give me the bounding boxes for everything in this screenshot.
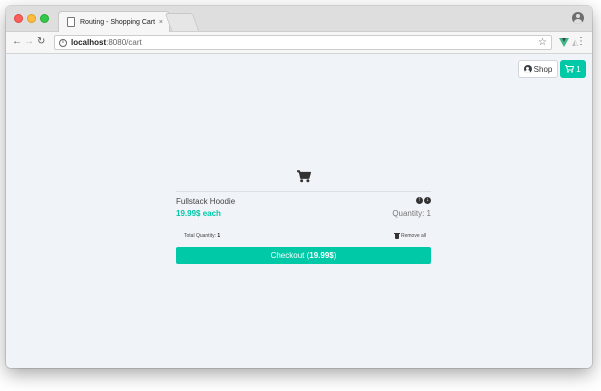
- user-circle-icon: [523, 65, 532, 73]
- cart-item: Fullstack Hoodie 19.99$ each ↑ ↓ Quantit…: [176, 197, 431, 227]
- total-quantity: Total Quantity: 1: [184, 233, 221, 239]
- tab-title: Routing - Shopping Cart: [80, 18, 156, 26]
- cart-button[interactable]: 1: [560, 60, 586, 78]
- browser-tab[interactable]: Routing - Shopping Cart ×: [58, 11, 170, 32]
- reload-icon[interactable]: ↻: [37, 36, 45, 48]
- page-icon: [67, 17, 75, 27]
- item-price: 19.99$ each: [176, 209, 221, 218]
- kebab-menu-icon[interactable]: ⋮: [576, 36, 586, 48]
- profile-icon[interactable]: [572, 12, 584, 24]
- url-text[interactable]: localhost:8080/cart: [71, 38, 142, 47]
- cart-summary: Total Quantity: 1 Remove all: [176, 231, 431, 245]
- back-arrow-icon[interactable]: ←: [12, 36, 22, 48]
- info-icon[interactable]: i: [59, 38, 67, 47]
- quantity-controls: ↑ ↓: [416, 197, 431, 204]
- title-bar: Routing - Shopping Cart ×: [6, 6, 592, 32]
- shopping-cart-icon: [565, 65, 575, 73]
- cart-count: 1: [576, 64, 581, 74]
- bookmark-star-icon[interactable]: ☆: [538, 37, 547, 49]
- new-tab-button[interactable]: [164, 13, 200, 31]
- address-bar[interactable]: i localhost:8080/cart ☆: [54, 35, 552, 50]
- remove-all-button[interactable]: Remove all: [393, 232, 426, 239]
- window-close-button[interactable]: [14, 14, 23, 23]
- remove-all-label: Remove all: [400, 233, 426, 239]
- increase-quantity-icon[interactable]: ↑: [416, 197, 423, 204]
- page-content: Shop 1 Fullstack Hoodie 19.99$ each ↑ ↓: [6, 55, 592, 368]
- browser-window: Routing - Shopping Cart × ← → ↻ i localh…: [6, 6, 592, 368]
- cart-panel: Fullstack Hoodie 19.99$ each ↑ ↓ Quantit…: [176, 191, 431, 264]
- trash-icon: [393, 232, 400, 239]
- item-name: Fullstack Hoodie: [176, 197, 236, 206]
- window-maximize-button[interactable]: [40, 14, 49, 23]
- forward-arrow-icon[interactable]: →: [24, 36, 34, 48]
- browser-toolbar: ← → ↻ i localhost:8080/cart ☆ ◭ ⋮: [6, 32, 592, 54]
- window-minimize-button[interactable]: [27, 14, 36, 23]
- decrease-quantity-icon[interactable]: ↓: [424, 197, 431, 204]
- shopping-cart-icon: [297, 170, 311, 183]
- divider: [176, 191, 431, 192]
- checkout-button[interactable]: Checkout (19.99$): [176, 247, 431, 264]
- shop-label: Shop: [533, 64, 553, 74]
- vue-devtools-icon[interactable]: [559, 38, 569, 47]
- shop-button[interactable]: Shop: [518, 60, 558, 78]
- tab-close-icon[interactable]: ×: [159, 19, 163, 26]
- item-quantity: Quantity: 1: [392, 209, 431, 218]
